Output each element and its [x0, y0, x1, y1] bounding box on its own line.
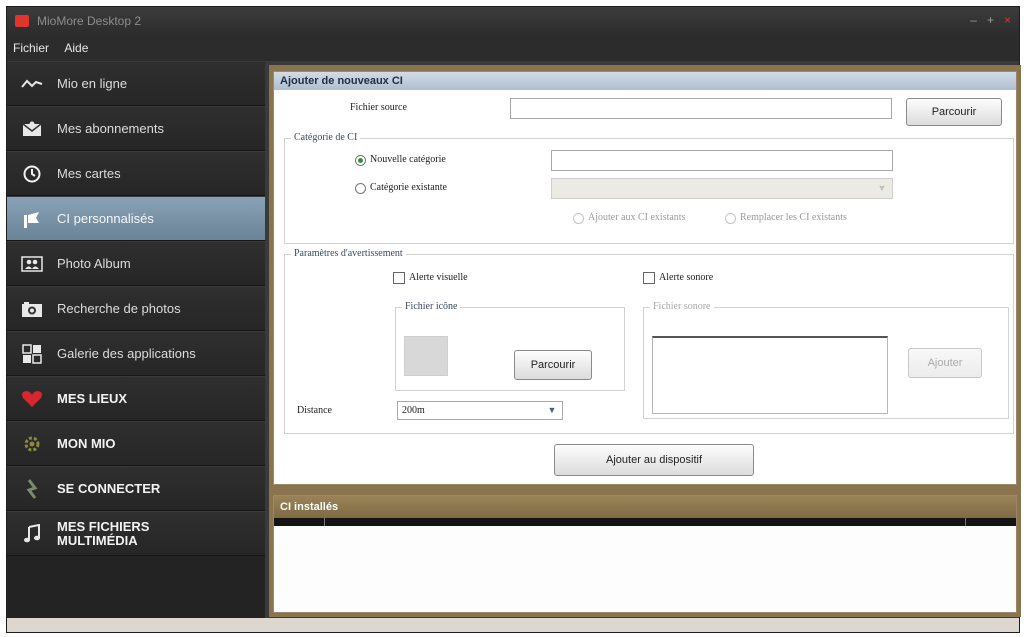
sidebar-item-mio-en-ligne[interactable]: Mio en ligne — [7, 61, 265, 106]
sidebar-item-mes-lieux[interactable]: MES LIEUX — [7, 376, 265, 421]
alert-group-title: Paramètres d'avertissement — [291, 248, 406, 259]
add-ci-panel: Ajouter de nouveaux CI Fichier source Pa… — [273, 71, 1017, 485]
browse-source-button[interactable]: Parcourir — [906, 98, 1002, 126]
wave-icon — [21, 73, 43, 95]
source-file-input[interactable] — [510, 98, 892, 119]
music-note-icon — [21, 523, 43, 545]
source-file-label: Fichier source — [350, 102, 407, 113]
visual-alert-checkbox[interactable] — [393, 272, 405, 284]
installed-table-header — [274, 518, 1016, 526]
new-category-label: Nouvelle catégorie — [370, 154, 446, 165]
sidebar: Mio en ligne Mes abonnements Mes cartes … — [7, 61, 265, 619]
sidebar-item-label: SE CONNECTER — [57, 480, 161, 496]
installed-ci-list[interactable] — [274, 526, 1016, 610]
new-category-radio[interactable] — [355, 155, 366, 166]
distance-select[interactable]: 200m ▼ — [397, 401, 563, 420]
add-sound-button[interactable]: Ajouter — [908, 348, 982, 378]
existing-category-label: Catégorie existante — [370, 182, 447, 193]
app-logo-icon — [15, 15, 29, 27]
sound-alert-label: Alerte sonore — [659, 272, 714, 283]
category-group: Catégorie de CI Nouvelle catégorie Catég… — [284, 132, 1014, 244]
sidebar-item-label: CI personnalisés — [57, 210, 154, 226]
replace-existing-radio[interactable] — [725, 213, 736, 224]
browse-icon-button[interactable]: Parcourir — [514, 350, 592, 380]
sidebar-item-label: MON MIO — [57, 435, 116, 451]
app-window: MioMore Desktop 2 – + × Fichier Aide Mio… — [6, 6, 1021, 633]
icon-file-group-title: Fichier icône — [402, 301, 461, 312]
sidebar-item-label: Mes abonnements — [57, 120, 164, 136]
menu-bar: Fichier Aide — [7, 35, 1019, 61]
sidebar-item-photo-album[interactable]: Photo Album — [7, 241, 265, 286]
title-bar[interactable]: MioMore Desktop 2 – + × — [7, 7, 1019, 35]
maximize-button[interactable]: + — [987, 13, 994, 27]
sidebar-item-se-connecter[interactable]: SE CONNECTER — [7, 466, 265, 511]
sidebar-item-mes-cartes[interactable]: Mes cartes — [7, 151, 265, 196]
distance-label: Distance — [297, 405, 332, 416]
category-group-title: Catégorie de CI — [291, 132, 361, 143]
alert-settings-group: Paramètres d'avertissement Alerte visuel… — [284, 248, 1014, 434]
column-divider[interactable] — [324, 518, 325, 526]
existing-category-select[interactable]: ▼ — [551, 178, 893, 199]
add-to-device-button[interactable]: Ajouter au dispositif — [554, 444, 754, 476]
main-area: Ajouter de nouveaux CI Fichier source Pa… — [269, 65, 1021, 617]
new-category-input[interactable] — [551, 150, 893, 171]
people-icon — [21, 253, 43, 275]
envelope-icon — [21, 118, 43, 140]
sidebar-item-label: MES LIEUX — [57, 390, 128, 406]
icon-file-group: Fichier icône Parcourir — [395, 301, 625, 391]
grid-icon — [21, 343, 43, 365]
distance-value: 200m — [402, 405, 425, 416]
sidebar-item-label: Mio en ligne — [57, 75, 128, 91]
window-controls: – + × — [970, 13, 1011, 27]
sidebar-item-recherche-photos[interactable]: Recherche de photos — [7, 286, 265, 331]
chevron-down-icon: ▼ — [547, 405, 557, 415]
sidebar-item-label: Mes cartes — [57, 165, 121, 181]
sidebar-item-label: Recherche de photos — [57, 300, 181, 316]
add-existing-radio[interactable] — [573, 213, 584, 224]
minimize-button[interactable]: – — [970, 13, 977, 27]
add-existing-label: Ajouter aux CI existants — [588, 212, 686, 223]
sidebar-item-label: Galerie des applications — [57, 345, 196, 361]
sidebar-item-galerie-applications[interactable]: Galerie des applications — [7, 331, 265, 376]
menu-fichier[interactable]: Fichier — [7, 35, 55, 55]
sidebar-item-label: MES FICHIERS MULTIMÉDIA — [57, 518, 150, 548]
menu-aide[interactable]: Aide — [58, 35, 94, 55]
icon-preview — [404, 336, 448, 376]
sidebar-item-mon-mio[interactable]: MON MIO — [7, 421, 265, 466]
close-button[interactable]: × — [1004, 13, 1011, 27]
flag-icon — [21, 208, 43, 230]
sidebar-item-label: Photo Album — [57, 255, 131, 271]
sidebar-item-ci-personnalises[interactable]: CI personnalisés — [7, 196, 265, 241]
installed-ci-panel: CI installés — [273, 495, 1017, 613]
window-title: MioMore Desktop 2 — [37, 14, 142, 28]
sound-alert-checkbox[interactable] — [643, 272, 655, 284]
sound-file-list[interactable] — [652, 336, 888, 414]
column-divider[interactable] — [965, 518, 966, 526]
gear-icon — [21, 433, 43, 455]
plug-icon — [21, 478, 43, 500]
sound-file-group: Fichier sonore Ajouter — [643, 301, 1009, 419]
camera-icon — [21, 298, 43, 320]
sidebar-item-mes-fichiers-multimedia[interactable]: MES FICHIERS MULTIMÉDIA — [7, 511, 265, 556]
clock-icon — [21, 163, 43, 185]
replace-existing-label: Remplacer les CI existants — [740, 212, 847, 223]
chevron-down-icon: ▼ — [877, 183, 887, 193]
heart-icon — [21, 388, 43, 410]
status-bar — [7, 618, 1019, 632]
visual-alert-label: Alerte visuelle — [409, 272, 468, 283]
existing-category-radio[interactable] — [355, 183, 366, 194]
installed-panel-title: CI installés — [274, 496, 1016, 518]
sound-file-group-title: Fichier sonore — [650, 301, 714, 312]
panel-title: Ajouter de nouveaux CI — [274, 72, 1016, 90]
sidebar-item-mes-abonnements[interactable]: Mes abonnements — [7, 106, 265, 151]
